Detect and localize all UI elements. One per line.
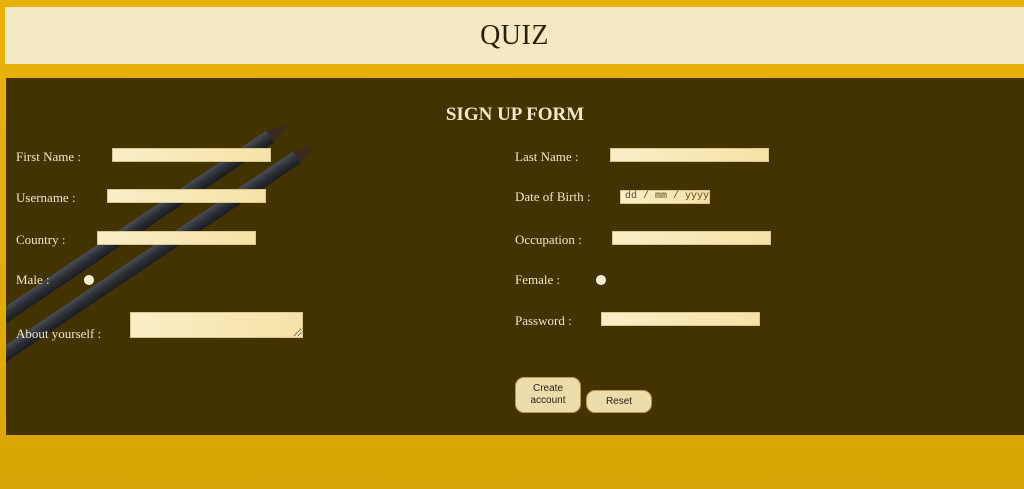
last-name-label: Last Name : <box>515 149 579 164</box>
username-input[interactable] <box>107 189 266 203</box>
date-of-birth-label: Date of Birth : <box>515 189 591 204</box>
about-yourself-textarea[interactable] <box>130 312 303 338</box>
username-label: Username : <box>16 190 76 205</box>
female-label: Female : <box>515 272 561 287</box>
password-label: Password : <box>515 313 572 328</box>
female-radio[interactable] <box>596 275 606 285</box>
password-input[interactable] <box>601 312 760 326</box>
date-of-birth-placeholder: dd / mm / yyyy <box>625 191 710 202</box>
male-label: Male : <box>16 272 50 287</box>
country-label: Country : <box>16 232 66 247</box>
signup-panel: SIGN UP FORM First Name : Username : Cou… <box>6 78 1024 435</box>
country-input[interactable] <box>97 231 256 245</box>
first-name-label: First Name : <box>16 149 81 164</box>
page-header: QUIZ <box>5 7 1024 64</box>
about-yourself-label: About yourself : <box>16 326 102 341</box>
occupation-input[interactable] <box>612 231 771 245</box>
pencil-tip-icon <box>292 139 320 164</box>
male-radio[interactable] <box>84 275 94 285</box>
first-name-input[interactable] <box>112 148 271 162</box>
reset-button[interactable]: Reset <box>586 390 652 413</box>
page-title: QUIZ <box>480 19 549 51</box>
date-of-birth-input[interactable]: dd / mm / yyyy <box>620 190 710 204</box>
last-name-input[interactable] <box>610 148 769 162</box>
form-title: SIGN UP FORM <box>445 104 585 125</box>
occupation-label: Occupation : <box>515 232 582 247</box>
create-account-button[interactable]: Create account <box>515 377 581 413</box>
